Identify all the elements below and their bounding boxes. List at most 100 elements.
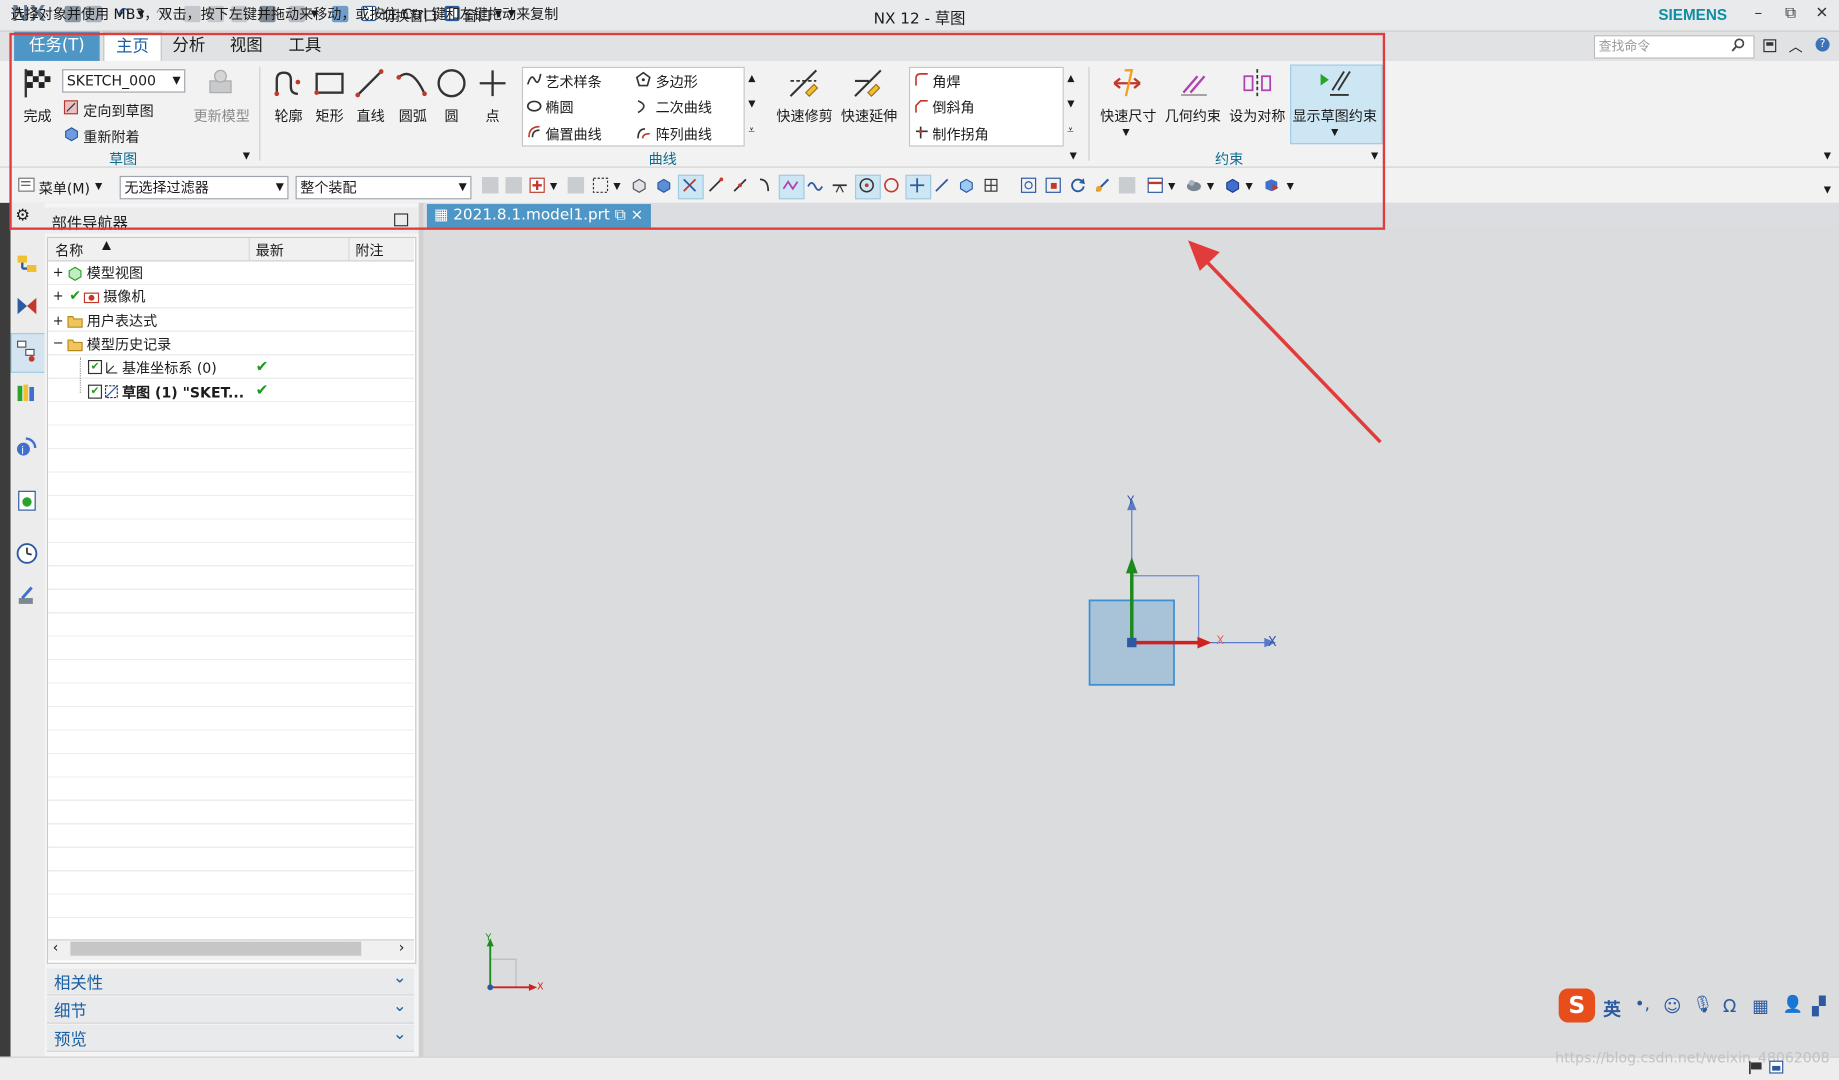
point-on-face-icon[interactable]: [958, 177, 974, 193]
tab-analysis[interactable]: 分析: [164, 32, 213, 61]
undock-icon[interactable]: ⧉: [615, 206, 626, 224]
tangent-point-icon[interactable]: [832, 177, 848, 193]
column-name-header[interactable]: 名称: [55, 240, 83, 260]
line-icon[interactable]: [354, 68, 384, 98]
user-icon[interactable]: 👤: [1783, 996, 1803, 1015]
menu-dropdown-icon[interactable]: ▼: [95, 181, 102, 192]
select-feature-icon[interactable]: [631, 177, 647, 193]
update-model-button[interactable]: 更新模型: [194, 106, 250, 126]
make-corner-button[interactable]: 制作拐角: [932, 124, 988, 144]
checkbox-sketch[interactable]: ✔: [87, 384, 103, 399]
selection-filter-select[interactable]: 无选择过滤器 ▼: [119, 175, 289, 200]
intersection-point-icon[interactable]: [782, 177, 799, 193]
corner-scroll-up-icon[interactable]: ▲: [1067, 73, 1074, 84]
finish-flag-icon[interactable]: [22, 67, 54, 99]
polygon-button[interactable]: 多边形: [656, 72, 698, 92]
menu-button[interactable]: 菜单(M): [39, 178, 90, 198]
fillet-button[interactable]: 角焊: [932, 72, 960, 92]
orient-to-sketch-button[interactable]: 定向到草图: [83, 101, 153, 121]
tab-tools[interactable]: 工具: [280, 32, 329, 61]
assembly-scope-select[interactable]: 整个装配 ▼: [295, 175, 472, 200]
curve-group-dropdown-icon[interactable]: ▼: [1070, 150, 1077, 161]
minimize-button[interactable]: –: [1755, 5, 1763, 23]
tree-item-datum-csys[interactable]: 基准坐标系 (0): [122, 356, 217, 379]
pan-icon[interactable]: [1094, 177, 1110, 193]
checkbox-datum[interactable]: ✔: [87, 360, 103, 375]
constraint-group-dropdown-icon[interactable]: ▼: [1371, 150, 1378, 161]
render-style-dropdown-icon[interactable]: ▼: [1207, 181, 1214, 192]
show-hide-dropdown-icon[interactable]: ▼: [1287, 181, 1294, 192]
ellipse-button[interactable]: 椭圆: [545, 97, 573, 117]
menu-icon[interactable]: [18, 177, 36, 193]
tab-view[interactable]: 视图: [222, 32, 271, 61]
maximize-panel-icon[interactable]: [394, 213, 409, 227]
emoji-icon[interactable]: ☺: [1663, 996, 1681, 1017]
offset-curve-button[interactable]: 偏置曲线: [545, 124, 601, 144]
expand-icon[interactable]: +: [53, 313, 64, 328]
finish-button-label[interactable]: 完成: [23, 106, 51, 126]
pattern-curve-button[interactable]: 阵列曲线: [656, 124, 712, 144]
status-flag-icon[interactable]: [1748, 1060, 1764, 1075]
chevron-down-icon[interactable]: ⌄: [393, 997, 407, 1016]
orient-to-sketch-icon[interactable]: [63, 100, 79, 116]
rapid-dimension-button[interactable]: 快速尺寸: [1100, 106, 1156, 126]
pick-intent-icon[interactable]: [567, 177, 585, 194]
details-panel[interactable]: [46, 996, 415, 1024]
assembly-navigator-icon[interactable]: [15, 252, 38, 275]
point-button[interactable]: 点: [486, 106, 500, 126]
arc-center-icon[interactable]: [859, 177, 875, 193]
perspective-icon[interactable]: [1118, 177, 1136, 194]
history-clock-icon[interactable]: [15, 542, 38, 565]
profile-button[interactable]: 轮廓: [274, 106, 302, 126]
scroll-up-icon[interactable]: ▲: [748, 73, 755, 84]
corner-scroll-down-icon[interactable]: ▼: [1067, 99, 1074, 110]
part-navigator-icon[interactable]: [15, 339, 38, 362]
rotate-icon[interactable]: [1070, 177, 1086, 193]
quadrant-point-icon[interactable]: [883, 177, 899, 193]
ime-toolbox-icon[interactable]: ▞: [1812, 996, 1826, 1017]
help-icon[interactable]: ?: [1815, 37, 1830, 52]
microphone-icon[interactable]: 🎙: [1692, 996, 1713, 1015]
column-latest-header[interactable]: 最新: [256, 240, 284, 260]
make-symmetric-button[interactable]: 设为对称: [1229, 106, 1285, 126]
sketch-name-select[interactable]: SKETCH_000 ▼: [62, 69, 186, 93]
geometric-constraint-icon[interactable]: [1178, 67, 1211, 100]
soft-keyboard-icon[interactable]: ▦: [1752, 996, 1769, 1017]
corner-expand-icon[interactable]: ⩡: [1067, 124, 1074, 137]
control-point-icon[interactable]: [756, 177, 772, 193]
point-on-line-icon[interactable]: [934, 177, 950, 193]
point-icon[interactable]: [477, 68, 507, 98]
rectangle-button[interactable]: 矩形: [315, 106, 343, 126]
fit-view-icon[interactable]: [1020, 177, 1037, 193]
show-sketch-constraints-button[interactable]: 显示草图约束: [1292, 106, 1376, 126]
search-icon[interactable]: [1731, 38, 1746, 53]
expand-icon[interactable]: +: [53, 288, 64, 303]
view-layout-icon[interactable]: [1147, 177, 1163, 193]
chamfer-button[interactable]: 倒斜角: [932, 97, 974, 117]
ribbon-options-icon[interactable]: [1763, 39, 1777, 53]
zoom-icon[interactable]: [1045, 177, 1061, 193]
update-model-icon[interactable]: [205, 67, 237, 99]
tree-item-model-history[interactable]: 模型历史记录: [87, 333, 171, 356]
tree-item-model-views[interactable]: 模型视图: [87, 261, 143, 284]
arc-icon[interactable]: [396, 68, 427, 98]
line-button[interactable]: 直线: [357, 106, 385, 126]
orient-view-icon[interactable]: [1224, 177, 1240, 193]
status-window-icon[interactable]: [1769, 1060, 1785, 1075]
show-hide-icon[interactable]: [1263, 177, 1279, 193]
select-add-icon[interactable]: [529, 177, 545, 193]
punctuation-icon[interactable]: •,: [1635, 996, 1650, 1015]
show-constraints-dropdown-icon[interactable]: ▼: [1331, 127, 1338, 138]
reuse-library-icon[interactable]: [15, 381, 38, 404]
close-tab-icon[interactable]: ×: [631, 206, 644, 224]
bounded-grid-icon[interactable]: [983, 177, 999, 193]
box-select-icon[interactable]: [592, 177, 609, 193]
show-sketch-constraints-icon[interactable]: [1318, 67, 1351, 100]
reattach-icon[interactable]: [63, 125, 79, 142]
tree-item-sketch[interactable]: 草图 (1) "SKET...: [122, 381, 244, 404]
select-body-icon[interactable]: [656, 177, 672, 193]
rapid-dimension-icon[interactable]: [1111, 67, 1144, 100]
quick-extend-button[interactable]: 快速延伸: [841, 106, 897, 126]
rectangle-icon[interactable]: [314, 68, 344, 98]
select-add-dropdown-icon[interactable]: ▼: [550, 181, 557, 192]
